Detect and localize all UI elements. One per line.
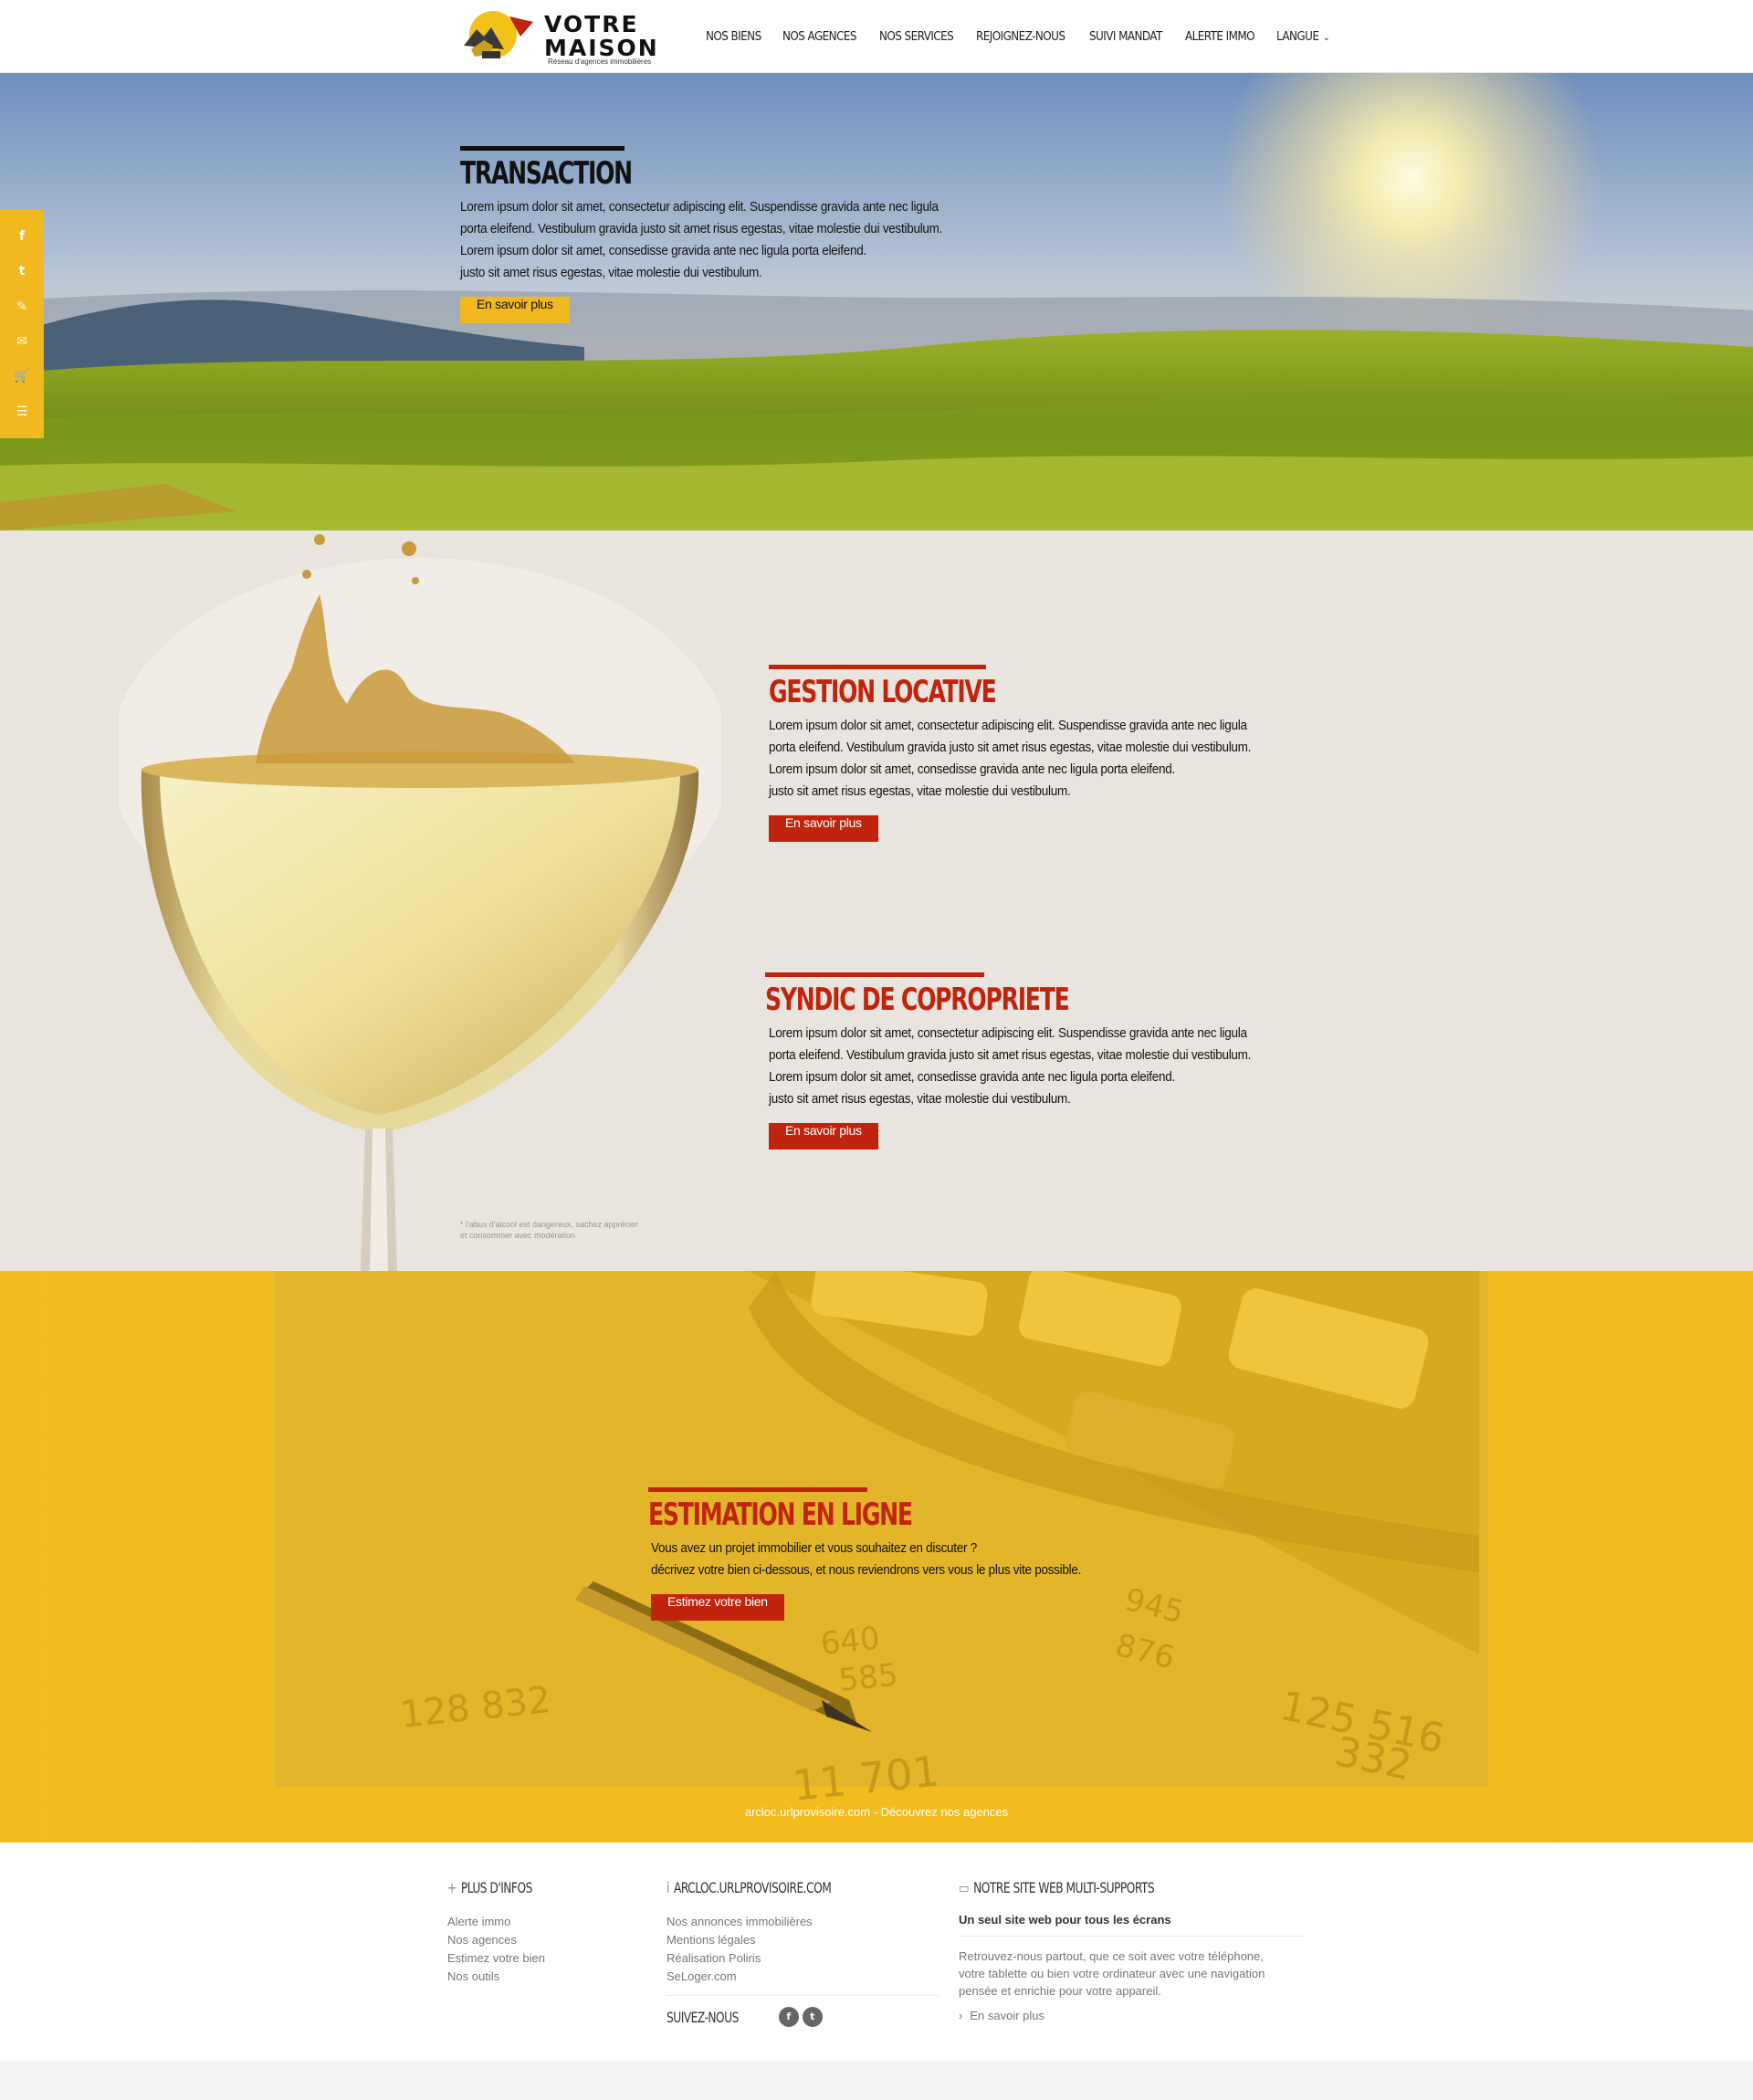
footer-link-estimez[interactable]: Estimez votre bien xyxy=(447,1949,630,1968)
syndic-text: Lorem ipsum dolor sit amet, consectetur … xyxy=(769,1025,1252,1107)
nav-langue[interactable]: LANGUE ⌄ xyxy=(1276,29,1330,44)
facebook-icon[interactable]: f xyxy=(13,229,31,244)
nav-suivi-mandat[interactable]: SUIVI MANDAT xyxy=(1089,30,1162,44)
follow-label: SUIVEZ-NOUS xyxy=(667,2008,739,2026)
hero-transaction: TRANSACTION Lorem ipsum dolor sit amet, … xyxy=(0,73,1753,530)
footer-link-outils[interactable]: Nos outils xyxy=(447,1968,630,1986)
nav-rejoignez-nous[interactable]: REJOIGNEZ-NOUS xyxy=(976,30,1065,44)
multisupport-text: Retrouvez-nous partout, que ce soit avec… xyxy=(959,1949,1265,1998)
footer-link-mentions[interactable]: Mentions légales xyxy=(667,1931,940,1949)
alcohol-disclaimer: * l'abus d'alcool est dangereux, sachez … xyxy=(460,1220,639,1240)
gestion-title: GESTION LOCATIVE xyxy=(769,674,997,710)
facebook-icon[interactable]: f xyxy=(778,2007,799,2027)
footer-link-seloger[interactable]: SeLoger.com xyxy=(667,1968,940,1986)
estimation-block: ESTIMATION EN LIGNE Vous avez un projet … xyxy=(648,1487,1233,1621)
hero-title: TRANSACTION xyxy=(460,155,633,192)
estimation-text: Vous avez un projet immobilier et vous s… xyxy=(651,1540,1082,1578)
social-sidebar: f t ✎ ✉ 🛒 ☰ xyxy=(0,210,44,438)
estimation-title: ESTIMATION EN LIGNE xyxy=(648,1496,913,1533)
gestion-more-button[interactable]: En savoir plus xyxy=(769,815,878,842)
logo-title: VOTRE MAISON xyxy=(544,11,659,61)
hero-text: Lorem ipsum dolor sit amet, consectetur … xyxy=(460,199,943,280)
site-header: VOTRE MAISON Réseau d'agences immobilièr… xyxy=(0,0,1753,73)
chevron-right-icon: › xyxy=(959,2009,963,2022)
wine-glass-image xyxy=(119,534,721,1271)
logo-tagline: Réseau d'agences immobilières xyxy=(548,58,652,66)
nav-nos-agences[interactable]: NOS AGENCES xyxy=(782,30,856,44)
info-icon: i xyxy=(667,1879,669,1896)
monitor-icon: ▭ xyxy=(959,1879,970,1896)
gestion-block: GESTION LOCATIVE Lorem ipsum dolor sit a… xyxy=(769,665,1353,842)
nav-alerte-immo[interactable]: ALERTE IMMO xyxy=(1185,30,1255,44)
footer-heading-site: i ARCLOC.URLPROVISOIRE.COM xyxy=(667,1879,832,1896)
footer-link-annonces[interactable]: Nos annonces immobilières xyxy=(667,1913,940,1931)
divider xyxy=(959,1936,1306,1937)
hero-more-button[interactable]: En savoir plus xyxy=(460,297,570,323)
multisupport-subheading: Un seul site web pour tous les écrans xyxy=(959,1913,1171,1927)
twitter-icon[interactable]: t xyxy=(13,264,31,278)
nav-nos-biens[interactable]: NOS BIENS xyxy=(706,30,761,44)
logo-mark-icon xyxy=(464,11,533,58)
footer-link-agences[interactable]: Nos agences xyxy=(447,1931,630,1949)
syndic-more-button[interactable]: En savoir plus xyxy=(769,1123,878,1150)
mail-icon[interactable]: ✉ xyxy=(13,334,31,349)
site-footer: + PLUS D'INFOS Alerte immo Nos agences Es… xyxy=(0,1843,1753,2062)
plus-icon: + xyxy=(447,1879,457,1896)
chevron-down-icon: ⌄ xyxy=(1323,32,1330,43)
logo[interactable]: VOTRE MAISON Réseau d'agences immobilièr… xyxy=(457,9,657,66)
estimation-button[interactable]: Estimez votre bien xyxy=(651,1594,784,1621)
estimation-footer-link[interactable]: arcloc.urlprovisoire.com - Découvrez nos… xyxy=(0,1805,1753,1819)
gestion-text: Lorem ipsum dolor sit amet, consectetur … xyxy=(769,718,1252,799)
hero-content: TRANSACTION Lorem ipsum dolor sit amet, … xyxy=(460,146,1044,323)
footer-heading-infos: + PLUS D'INFOS xyxy=(447,1879,532,1896)
footer-col-multisupport: ▭ NOTRE SITE WEB MULTI-SUPPORTS Un seul s… xyxy=(959,1879,1306,2025)
wine-section: * l'abus d'alcool est dangereux, sachez … xyxy=(0,530,1753,1271)
footer-link-poliris[interactable]: Réalisation Poliris xyxy=(667,1949,940,1968)
footer-col-site: i ARCLOC.URLPROVISOIRE.COM Nos annonces i… xyxy=(667,1879,940,2027)
bottom-bar xyxy=(0,2062,1753,2100)
follow-us: SUIVEZ-NOUS f t xyxy=(667,2007,940,2027)
multisupport-more-link[interactable]: › En savoir plus xyxy=(959,2007,1306,2025)
nav-nos-services[interactable]: NOS SERVICES xyxy=(879,30,954,44)
nav-langue-label: LANGUE xyxy=(1276,29,1319,44)
feather-icon[interactable]: ✎ xyxy=(13,299,31,314)
twitter-icon[interactable]: t xyxy=(802,2007,823,2027)
syndic-block: SYNDIC DE COPROPRIETE Lorem ipsum dolor … xyxy=(765,972,1349,1150)
divider xyxy=(667,1995,940,1996)
main-nav: NOS BIENS NOS AGENCES NOS SERVICES REJOI… xyxy=(706,0,1350,73)
footer-heading-multisupport: ▭ NOTRE SITE WEB MULTI-SUPPORTS xyxy=(959,1879,1155,1896)
cart-icon[interactable]: 🛒 xyxy=(13,369,31,383)
estimation-section: 125 516 332 128 832 11 701 640 585 945 8… xyxy=(0,1271,1753,1843)
footer-link-alerte[interactable]: Alerte immo xyxy=(447,1913,630,1931)
rss-icon[interactable]: ☰ xyxy=(13,404,31,419)
syndic-title: SYNDIC DE COPROPRIETE xyxy=(765,982,1070,1018)
footer-col-infos: + PLUS D'INFOS Alerte immo Nos agences Es… xyxy=(447,1879,630,1986)
